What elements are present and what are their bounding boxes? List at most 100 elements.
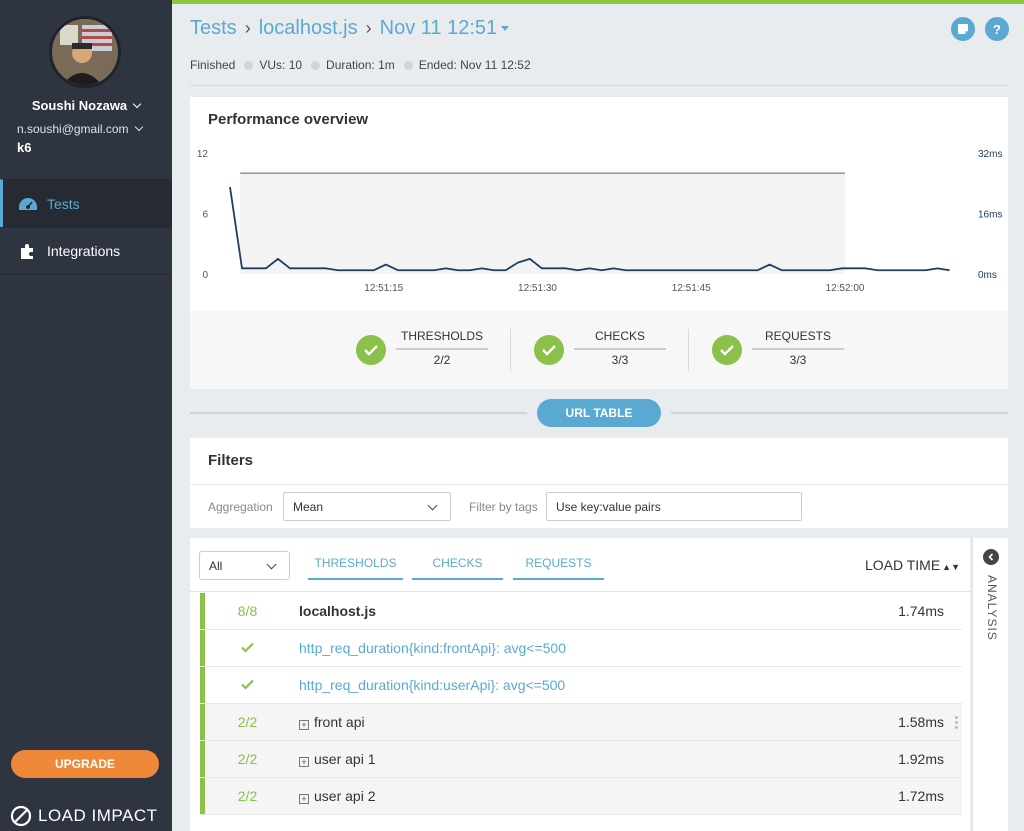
scope-select[interactable]: All <box>199 551 290 580</box>
check-circle-icon <box>712 335 742 365</box>
row-time: 1.72ms <box>898 788 944 804</box>
y-right-tick-label: 16ms <box>978 210 1002 221</box>
check-circle-icon <box>534 335 564 365</box>
summary-value: 3/3 <box>789 353 807 367</box>
tab-requests[interactable]: REQUESTS <box>513 556 604 580</box>
more-options-icon[interactable] <box>955 716 958 731</box>
table-row[interactable]: 2/2 + user api 1 1.92ms <box>200 741 962 778</box>
aggregation-label: Aggregation <box>208 500 273 514</box>
help-button[interactable]: ? <box>985 17 1009 41</box>
aggregation-select[interactable]: Mean <box>283 492 451 521</box>
sidebar-item-tests[interactable]: Tests <box>0 179 172 227</box>
upgrade-button[interactable]: UPGRADE <box>11 750 159 778</box>
brand-name: LOAD IMPACT <box>38 806 158 825</box>
url-table-card: All THRESHOLDS CHECKS REQUESTS LOAD TIME… <box>190 538 970 831</box>
brand-logo[interactable]: LOAD IMPACT <box>10 805 157 827</box>
y-left-tick-label: 12 <box>197 149 209 160</box>
row-group: + front api <box>299 714 365 730</box>
breadcrumb-run[interactable]: Nov 11 12:51 <box>380 17 498 40</box>
filter-tags-input[interactable]: Use key:value pairs <box>546 492 802 521</box>
pass-count: 2/2 <box>237 714 258 730</box>
user-email: n.soushi@gmail.com <box>17 122 129 136</box>
threshold-link[interactable]: http_req_duration{kind:frontApi}: avg<=5… <box>299 640 566 656</box>
row-name: front api <box>314 714 365 730</box>
puzzle-piece-icon <box>17 240 39 262</box>
divider-left <box>190 412 527 414</box>
url-table-button[interactable]: URL TABLE <box>537 399 661 427</box>
y-right-tick-label: 0ms <box>978 270 997 281</box>
aggregation-value: Mean <box>293 500 324 514</box>
dot-icon <box>244 60 254 70</box>
vus-area <box>240 173 845 274</box>
table-row[interactable]: 2/2 + front api 1.58ms <box>200 704 962 741</box>
filters-title: Filters <box>208 452 254 469</box>
chevron-down-icon <box>427 500 438 511</box>
expand-icon[interactable]: + <box>299 720 309 730</box>
ended: Ended: Nov 11 12:52 <box>418 58 531 72</box>
breadcrumb-script[interactable]: localhost.js <box>259 17 358 40</box>
pass-count: 2/2 <box>237 751 258 767</box>
row-name: localhost.js <box>299 603 377 619</box>
sidebar: Soushi Nozawa n.soushi@gmail.com k6 Test… <box>0 0 172 831</box>
x-tick-label: 12:51:30 <box>518 283 557 294</box>
caret-down-icon[interactable] <box>501 26 510 31</box>
tab-checks[interactable]: CHECKS <box>412 556 503 580</box>
summary-divider <box>510 329 511 371</box>
pass-count: 8/8 <box>237 603 258 619</box>
load-time-sort[interactable]: LOAD TIME ▲▼ <box>865 557 960 573</box>
dot-icon <box>403 60 413 70</box>
org-name: k6 <box>17 140 32 155</box>
org-email-menu[interactable]: n.soushi@gmail.com <box>17 122 143 136</box>
row-group: + user api 1 <box>299 751 375 767</box>
avatar[interactable] <box>49 16 121 88</box>
table-row[interactable]: 8/8 localhost.js 1.74ms <box>200 593 962 630</box>
threshold-link[interactable]: http_req_duration{kind:userApi}: avg<=50… <box>299 677 565 693</box>
summary-label: REQUESTS <box>752 329 844 350</box>
duration: Duration: 1m <box>326 58 395 72</box>
performance-chart[interactable]: 12 6 0 32ms 16ms 0ms 12:51:15 12:51:30 12:51:45 1… <box>190 141 1008 311</box>
summary-value: 2/2 <box>433 353 451 367</box>
row-name: user api 1 <box>314 751 376 767</box>
user-name: Soushi Nozawa <box>31 98 128 113</box>
vus: VUs: 10 <box>259 58 303 72</box>
dashboard-gauge-icon <box>17 193 39 215</box>
sidebar-item-label: Integrations <box>47 243 121 259</box>
dot-icon <box>311 60 321 70</box>
y-right-tick-label: 32ms <box>978 149 1002 160</box>
chevron-down-icon <box>134 122 143 132</box>
y-left-tick-label: 6 <box>202 210 208 221</box>
row-group: + user api 2 <box>299 788 375 804</box>
chevron-down-icon <box>132 99 142 109</box>
performance-overview-card: Performance overview 12 6 0 32ms 16ms 0ms 12:5… <box>190 97 1008 389</box>
x-tick-label: 12:51:15 <box>364 283 403 294</box>
chevron-right-icon: › <box>244 18 251 38</box>
divider-right <box>671 412 1008 414</box>
table-header: All THRESHOLDS CHECKS REQUESTS LOAD TIME… <box>190 538 970 592</box>
x-tick-label: 12:52:00 <box>826 283 865 294</box>
summary-label: CHECKS <box>574 329 666 350</box>
sidebar-item-integrations[interactable]: Integrations <box>0 227 172 275</box>
chevron-down-icon <box>266 559 277 570</box>
analysis-panel[interactable]: ANALYSIS <box>972 538 1008 831</box>
breadcrumb-tests[interactable]: Tests <box>190 17 237 40</box>
header-divider <box>190 85 1008 86</box>
chevron-left-icon[interactable] <box>983 549 999 565</box>
test-run-status: Finished VUs: 10 Duration: 1m Ended: Nov… <box>190 58 531 72</box>
expand-icon[interactable]: + <box>299 794 309 804</box>
table-row[interactable]: 2/2 + user api 2 1.72ms <box>200 778 962 815</box>
summary-divider <box>688 329 689 371</box>
notes-button[interactable] <box>951 17 975 41</box>
pass-count: 2/2 <box>237 788 258 804</box>
sort-icon: ▲▼ <box>942 562 960 572</box>
user-name-menu[interactable]: Soushi Nozawa <box>0 98 172 113</box>
sidebar-item-label: Tests <box>47 195 80 212</box>
table-row[interactable]: http_req_duration{kind:userApi}: avg<=50… <box>200 667 962 704</box>
expand-icon[interactable]: + <box>299 757 309 767</box>
scope-value: All <box>209 559 223 573</box>
row-time: 1.92ms <box>898 751 944 767</box>
check-circle-icon <box>356 335 386 365</box>
summary-bar: THRESHOLDS 2/2 CHECKS 3/3 REQUESTS 3/3 <box>190 311 1008 389</box>
table-row[interactable]: http_req_duration{kind:frontApi}: avg<=5… <box>200 630 962 667</box>
tab-thresholds[interactable]: THRESHOLDS <box>308 556 403 580</box>
run-status: Finished <box>190 58 236 72</box>
